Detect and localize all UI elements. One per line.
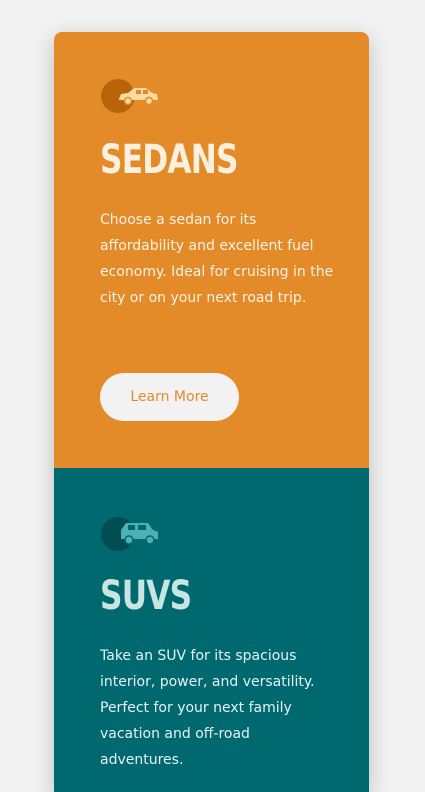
suvs-title: SUVS bbox=[100, 573, 192, 619]
sedans-title: SEDANS bbox=[100, 137, 239, 183]
sedans-panel: SEDANS Choose a sedan for its affordabil… bbox=[54, 32, 369, 468]
sedans-description: Choose a sedan for its affordability and… bbox=[100, 212, 334, 306]
product-card-stack: SEDANS Choose a sedan for its affordabil… bbox=[54, 32, 369, 792]
sedan-car-icon bbox=[100, 76, 164, 116]
suv-car-icon bbox=[100, 514, 164, 554]
suvs-panel: SUVS Take an SUV for its spacious interi… bbox=[54, 468, 369, 792]
suvs-description: Take an SUV for its spacious interior, p… bbox=[100, 648, 315, 768]
sedans-learn-more-button[interactable]: Learn More bbox=[100, 373, 239, 421]
